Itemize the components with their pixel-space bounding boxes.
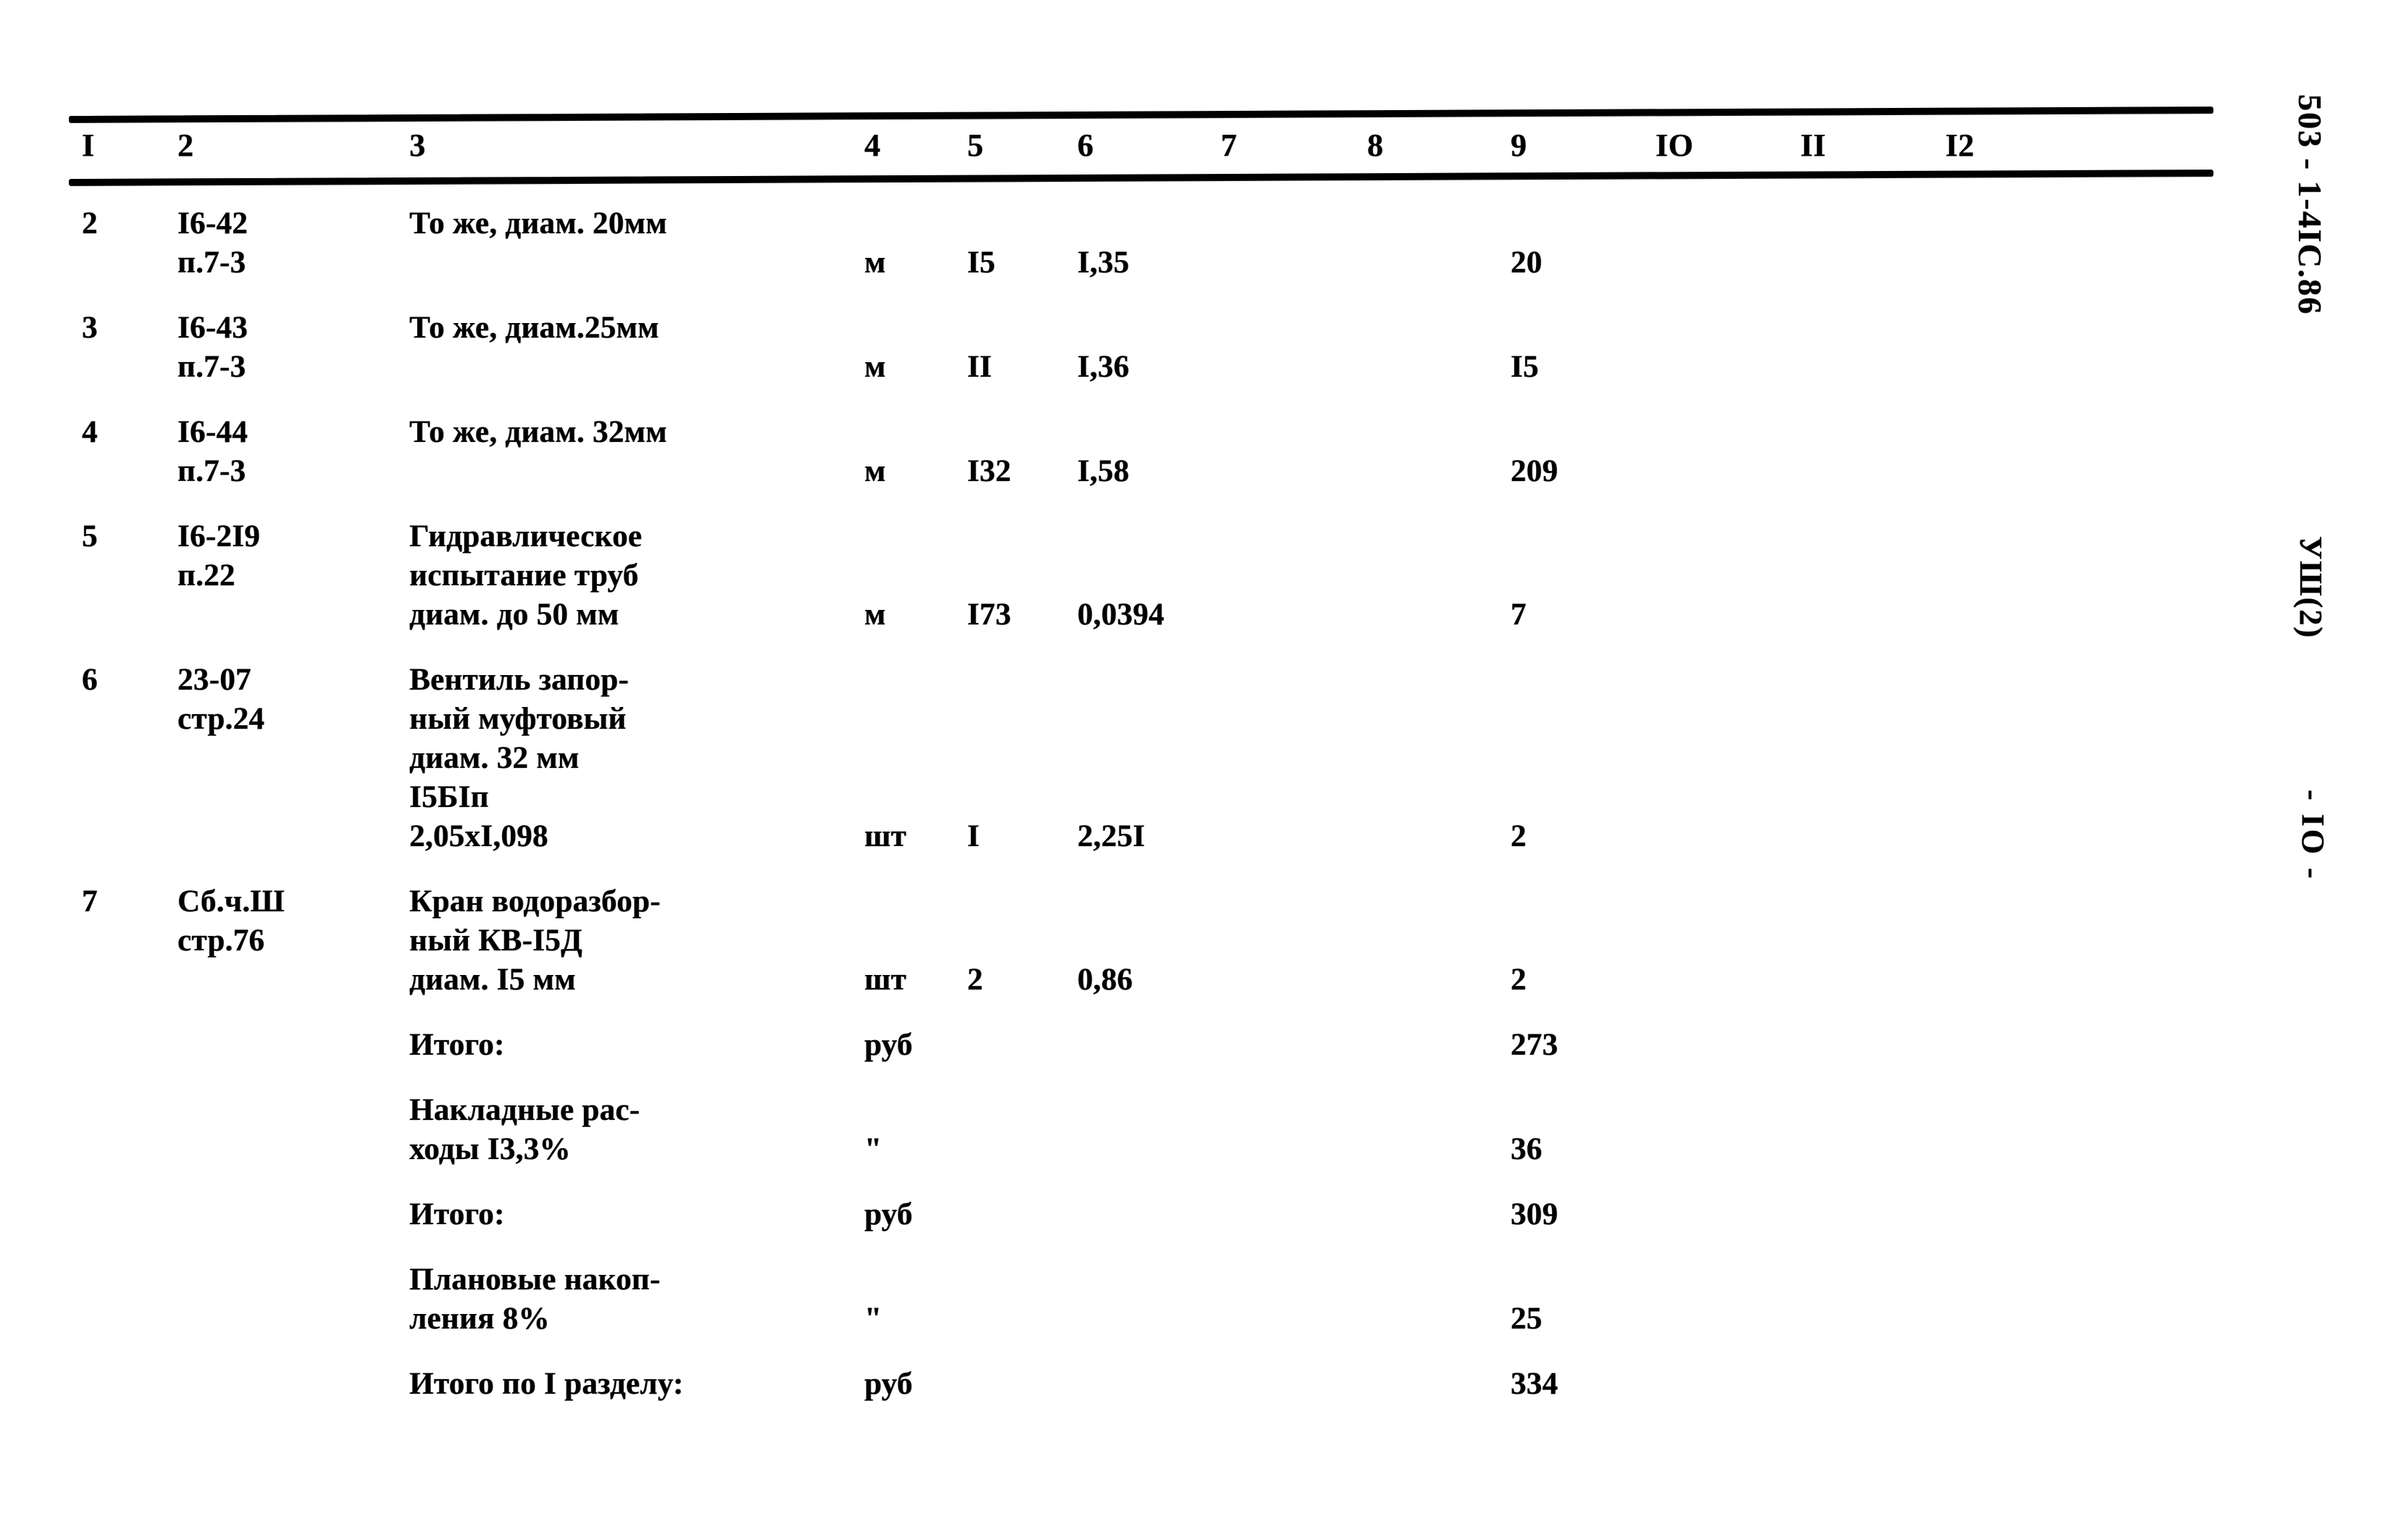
row-reference: I6-44 п.7-3: [178, 415, 249, 488]
row-unit: м: [864, 598, 886, 632]
row-unit: шт: [864, 963, 907, 997]
row-quantity: I5: [967, 246, 995, 280]
row-reference: I6-42 п.7-3: [178, 206, 249, 280]
document-code-marginalia: 503 - 1-4IC.86: [2292, 94, 2329, 316]
row-total: 209: [1511, 454, 1558, 488]
summary-label: Итого по I разделу:: [409, 1367, 684, 1401]
column-header-10: IO: [1656, 127, 1694, 163]
summary-row: Плановые накоп- ления 8% " 25: [69, 1260, 2221, 1339]
row-quantity: I73: [967, 598, 1011, 632]
row-quantity: II: [967, 350, 993, 384]
summary-label: Плановые накоп- ления 8%: [409, 1263, 661, 1336]
column-header-1: I: [82, 127, 95, 163]
document-section-marginalia: УШ(2): [2293, 536, 2329, 639]
row-total: 25: [1511, 1302, 1543, 1336]
row-total: I5: [1511, 350, 1539, 384]
row-number: 2: [82, 206, 98, 240]
column-header-4: 4: [864, 127, 881, 163]
row-number: 7: [82, 884, 98, 918]
row-description: Вентиль запор- ный муфтовый диам. 32 мм …: [409, 663, 629, 853]
summary-row: Итого: руб 309: [69, 1195, 2221, 1234]
table-row: 2 I6-42 п.7-3 То же, диам. 20мм м I5 I,35 20: [69, 204, 2221, 283]
row-unit: ": [864, 1132, 882, 1166]
summary-row: Итого: руб 273: [69, 1026, 2221, 1065]
row-number: 3: [82, 311, 98, 345]
row-description: Кран водоразбор- ный КВ-I5Д диам. I5 мм: [409, 884, 661, 997]
row-total: 20: [1511, 246, 1543, 280]
row-unit: руб: [864, 1028, 913, 1062]
column-header-8: 8: [1367, 127, 1384, 163]
table-top-rule: [68, 106, 2213, 122]
row-total: 273: [1511, 1028, 1558, 1062]
table-row: 7 Сб.ч.Ш стр.76 Кран водоразбор- ный КВ-I5…: [69, 882, 2221, 1000]
scanned-page: I 2 3 4 5 6 7 8 9 IO II I2 2 I6-42 п.7-3 Т…: [0, 0, 2396, 1540]
row-total: 2: [1511, 819, 1527, 853]
column-header-12: I2: [1945, 127, 1975, 163]
row-total: 334: [1511, 1367, 1558, 1401]
summary-label: Итого:: [409, 1028, 505, 1062]
row-reference: I6-2I9 п.22: [178, 519, 261, 593]
row-unit: руб: [864, 1197, 913, 1231]
row-unit: м: [864, 246, 886, 280]
column-header-2: 2: [178, 127, 194, 163]
row-unit-cost: I,36: [1077, 350, 1130, 384]
row-unit-cost: I,35: [1077, 246, 1130, 280]
row-number: 6: [82, 663, 98, 697]
column-header-6: 6: [1077, 127, 1094, 163]
page-number-marginalia: - IO -: [2295, 790, 2331, 882]
row-unit: м: [864, 454, 886, 488]
row-description: То же, диам. 32мм: [409, 415, 667, 449]
summary-label: Итого:: [409, 1197, 505, 1231]
row-reference: 23-07 стр.24: [178, 663, 265, 736]
row-unit: ": [864, 1302, 882, 1336]
row-reference: I6-43 п.7-3: [178, 311, 249, 384]
row-quantity: I: [967, 819, 980, 853]
row-description: Гидравлическое испытание труб диам. до 5…: [409, 519, 643, 632]
row-quantity: I32: [967, 454, 1011, 488]
row-number: 4: [82, 415, 98, 449]
column-header-11: II: [1800, 127, 1827, 163]
summary-row: Накладные рас- ходы I3,3% " 36: [69, 1091, 2221, 1169]
table-row: 5 I6-2I9 п.22 Гидравлическое испытание тру…: [69, 517, 2221, 635]
column-header-9: 9: [1511, 127, 1527, 163]
row-number: 5: [82, 519, 98, 553]
table-row: 3 I6-43 п.7-3 То же, диам.25мм м II I,36 I5: [69, 309, 2221, 387]
row-reference: Сб.ч.Ш стр.76: [178, 884, 285, 958]
row-unit-cost: 0,0394: [1077, 598, 1165, 632]
row-description: То же, диам.25мм: [409, 311, 659, 345]
table-row: 4 I6-44 п.7-3 То же, диам. 32мм м I32 I,58 209: [69, 413, 2221, 491]
row-quantity: 2: [967, 963, 983, 997]
row-unit-cost: 0,86: [1077, 963, 1133, 997]
summary-label: Накладные рас- ходы I3,3%: [409, 1093, 640, 1166]
estimate-table: I 2 3 4 5 6 7 8 9 IO II I2 2 I6-42 п.7-3 Т…: [68, 106, 2221, 1430]
row-total: 36: [1511, 1132, 1543, 1166]
table-body: 2 I6-42 п.7-3 То же, диам. 20мм м I5 I,35 20 3 I…: [69, 204, 2221, 1404]
row-unit: шт: [864, 819, 907, 853]
row-unit-cost: 2,25I: [1077, 819, 1145, 853]
column-header-3: 3: [409, 127, 426, 163]
column-header-7: 7: [1221, 127, 1237, 163]
row-total: 2: [1511, 963, 1527, 997]
summary-row: Итого по I разделу: руб 334: [69, 1365, 2221, 1404]
table-row: 6 23-07 стр.24 Вентиль запор- ный муфтовый…: [69, 661, 2221, 856]
row-total: 7: [1511, 598, 1527, 632]
row-unit: м: [864, 350, 886, 384]
row-description: То же, диам. 20мм: [409, 206, 667, 240]
row-unit: руб: [864, 1367, 913, 1401]
row-total: 309: [1511, 1197, 1558, 1231]
row-unit-cost: I,58: [1077, 454, 1130, 488]
column-header-5: 5: [967, 127, 984, 163]
